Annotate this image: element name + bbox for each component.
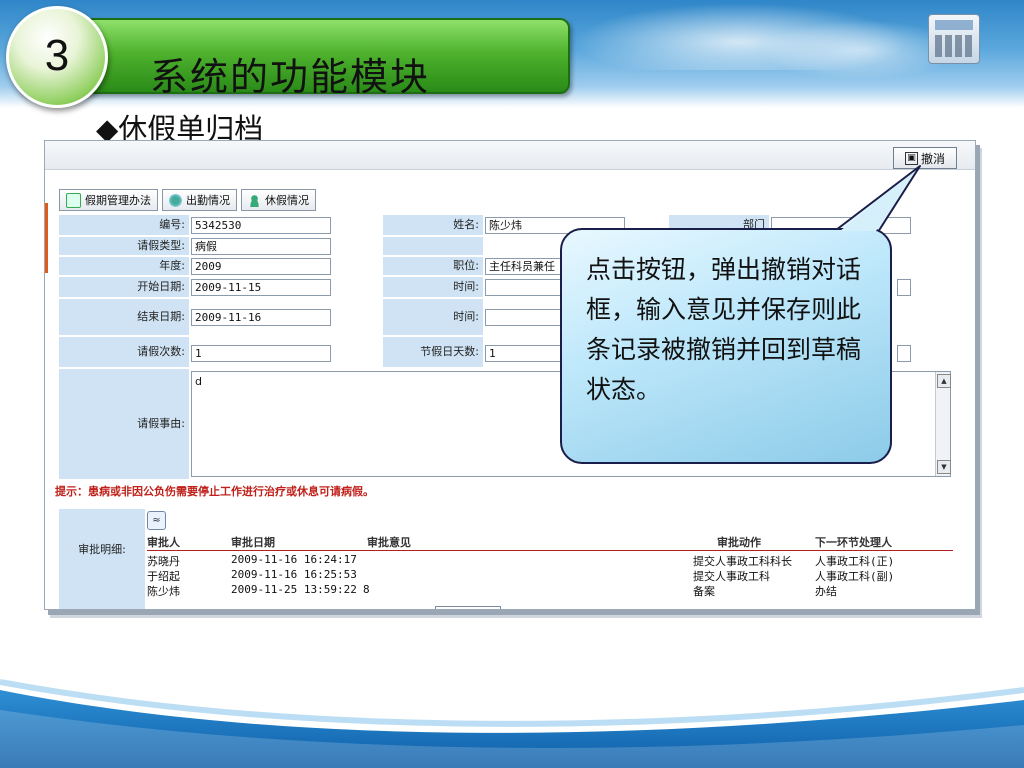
end-time-label: 时间: (383, 299, 483, 335)
col-header-next: 下一环节处理人 (815, 536, 892, 549)
cell-approver: 陈少炜 (147, 585, 180, 598)
leave-type-field[interactable]: 病假 (191, 238, 331, 255)
reason-label: 请假事由: (59, 369, 189, 479)
start-date-label: 开始日期: (59, 277, 189, 297)
col-header-date: 审批日期 (231, 536, 275, 549)
count-label: 请假次数: (59, 337, 189, 367)
scroll-up-icon[interactable]: ▲ (937, 374, 951, 388)
cell-date: 2009-11-16 16:25:53 (231, 568, 357, 581)
section-number-badge: 3 (6, 6, 108, 108)
cell-date: 2009-11-25 13:59:22 (231, 583, 357, 596)
name-label: 姓名: (383, 215, 483, 235)
position-label: 职位: (383, 257, 483, 275)
revoke-icon: ▣ (904, 151, 918, 165)
people-icon (169, 193, 182, 207)
revoke-button[interactable]: ▣ 撤消 (893, 147, 957, 169)
start-extra-field[interactable] (897, 279, 911, 296)
tab-leave-status[interactable]: 休假情况 (241, 189, 316, 211)
revoke-button-label: 撤消 (920, 151, 945, 166)
approval-label: 审批明细: (59, 509, 145, 609)
leave-type-label: 请假类型: (59, 237, 189, 255)
calculator-keys (935, 35, 973, 57)
col-header-opinion: 审批意见 (367, 536, 411, 549)
calculator-screen (935, 20, 973, 30)
end-date-label: 结束日期: (59, 299, 189, 335)
screenshot-toolbar: ▣ 撤消 (45, 141, 975, 170)
tab-label: 假期管理办法 (85, 194, 151, 207)
header-divider (147, 550, 953, 551)
tab-label: 出勤情况 (186, 194, 230, 207)
bottom-wave-decoration (0, 679, 1024, 768)
tab-attendance[interactable]: 出勤情况 (162, 189, 237, 211)
cell-date: 2009-11-16 16:24:17 (231, 553, 357, 566)
start-date-field[interactable]: 2009-11-15 (191, 279, 331, 296)
holiday-label: 节假日天数: (383, 337, 483, 367)
calculator-icon (928, 14, 980, 64)
tab-strip: 假期管理办法 出勤情况 休假情况 (59, 189, 316, 211)
side-accent-bar (45, 203, 48, 273)
year-field[interactable]: 2009 (191, 258, 331, 275)
edit-icon (66, 192, 81, 208)
employee-no-label: 编号: (59, 215, 189, 235)
collapse-icon[interactable]: ≈ (147, 511, 166, 530)
hint-text: 提示：患病或非因公负伤需要停止工作进行治疗或休息可请病假。 (55, 485, 374, 498)
reason-text: d (195, 375, 202, 388)
cell-next: 人事政工科(正) (815, 555, 895, 568)
cell-action: 提交人事政工科 (693, 570, 770, 583)
count-field[interactable]: 1 (191, 345, 331, 362)
cancel-button-label: 取消 (466, 609, 488, 610)
slide-title: 系统的功能模块 (150, 55, 431, 99)
cell-approver: 于绍起 (147, 570, 180, 583)
cell-opinion: 8 (363, 583, 370, 596)
tab-label: 休假情况 (265, 194, 309, 207)
cancel-button[interactable]: ✖ 取消 (435, 606, 501, 610)
cell-approver: 苏晓丹 (147, 555, 180, 568)
reason-scrollbar[interactable]: ▲ ▼ (935, 372, 951, 476)
callout-text: 点击按钮，弹出撤销对话框，输入意见并保存则此条记录被撤销并回到草稿状态。 (586, 255, 862, 404)
employee-no-field[interactable]: 5342530 (191, 217, 331, 234)
scroll-down-icon[interactable]: ▼ (937, 460, 951, 474)
cell-next: 人事政工科(副) (815, 570, 895, 583)
col-header-action: 审批动作 (717, 536, 761, 549)
person-icon (248, 193, 261, 207)
holiday-extra-field[interactable] (897, 345, 911, 362)
section-number: 3 (44, 31, 70, 80)
cell-action: 备案 (693, 585, 715, 598)
col-header-approver: 审批人 (147, 536, 180, 549)
year-label: 年度: (59, 257, 189, 275)
blank-label (383, 237, 483, 255)
cell-next: 办结 (815, 585, 837, 598)
start-time-label: 时间: (383, 277, 483, 297)
cell-action: 提交人事政工科科长 (693, 555, 792, 568)
end-date-field[interactable]: 2009-11-16 (191, 309, 331, 326)
callout-box: 点击按钮，弹出撤销对话框，输入意见并保存则此条记录被撤销并回到草稿状态。 (560, 228, 892, 464)
tab-leave-policy[interactable]: 假期管理办法 (59, 189, 158, 211)
